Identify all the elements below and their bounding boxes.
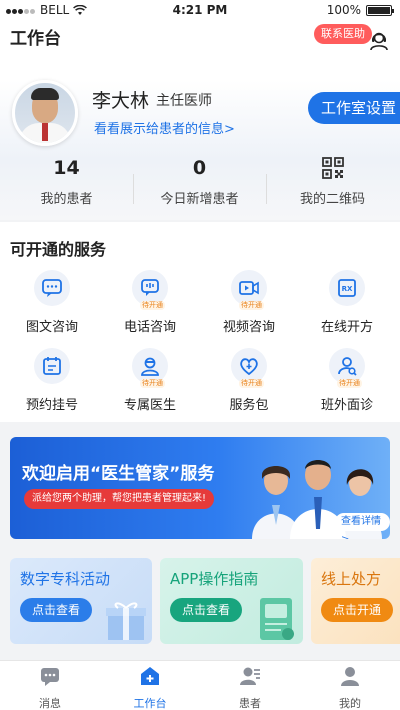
tab-label: 我的 xyxy=(339,697,361,710)
service-label: 在线开方 xyxy=(320,320,373,335)
tab-patients[interactable]: 患者 xyxy=(200,665,300,710)
banner-title: 欢迎启用“医生管家”服务 xyxy=(22,464,215,484)
pending-badge: 待开通 xyxy=(140,379,165,388)
card-view-button[interactable]: 点击查看 xyxy=(20,598,93,622)
card-digital-activity[interactable]: 数字专科活动 点击查看 xyxy=(10,558,152,644)
patient-view-info-link[interactable]: 看看展示给患者的信息> xyxy=(94,118,235,137)
tab-label: 患者 xyxy=(239,697,261,710)
stat-my-qrcode[interactable]: 我的二维码 xyxy=(266,156,399,207)
tab-label: 消息 xyxy=(39,697,61,710)
doctor-header: 工作台 联系医助 李大林 主任医师 看看展示给患者的信息> 工作室设置 14 我… xyxy=(0,20,400,220)
prescription-icon: RX xyxy=(338,279,356,297)
pending-badge: 待开通 xyxy=(140,301,165,310)
service-appointment[interactable]: 预约挂号 xyxy=(2,348,102,413)
workbench-icon xyxy=(141,667,159,685)
phone-chat-icon xyxy=(141,279,159,296)
card-title: 线上处方 xyxy=(321,570,382,588)
tab-workbench[interactable]: 工作台 xyxy=(100,665,200,710)
pending-badge: 待开通 xyxy=(239,379,264,388)
svg-text:RX: RX xyxy=(342,285,353,293)
stat-label: 我的二维码 xyxy=(299,192,365,207)
pending-badge: 待开通 xyxy=(239,301,264,310)
service-text-consult[interactable]: 图文咨询 xyxy=(2,270,102,335)
pending-badge: 待开通 xyxy=(337,379,362,388)
stats-row: 14 我的患者 0 今日新增患者 我的二维码 xyxy=(0,156,400,216)
service-package[interactable]: 待开通 服务包 xyxy=(199,348,299,413)
calendar-icon xyxy=(43,357,61,375)
patients-icon xyxy=(240,667,260,685)
stat-new-patients[interactable]: 0 今日新增患者 xyxy=(133,156,266,207)
card-title: 数字专科活动 xyxy=(20,570,111,588)
message-icon xyxy=(41,668,59,686)
card-title: APP操作指南 xyxy=(170,570,259,588)
service-phone-consult[interactable]: 待开通 电话咨询 xyxy=(100,270,200,335)
service-label: 电话咨询 xyxy=(123,320,176,335)
bottom-tab-bar: 消息 工作台 患者 我的 xyxy=(0,660,400,710)
studio-settings-button[interactable]: 工作室设置 xyxy=(308,92,400,124)
status-bar: BELL 4:21 PM 100% xyxy=(0,0,400,20)
battery-status: 100% xyxy=(326,3,394,17)
promo-cards: 数字专科活动 点击查看 APP操作指南 点击查看 线上处方 点击开通 xyxy=(0,558,400,646)
doctor-butler-banner[interactable]: 欢迎启用“医生管家”服务 派给您两个助理，帮您把患者管理起来! 查看详情 > xyxy=(10,437,390,539)
banner-details-button[interactable]: 查看详情 > xyxy=(335,513,390,539)
page-title: 工作台 xyxy=(10,29,61,49)
doctor-avatar[interactable] xyxy=(12,80,78,146)
service-label: 图文咨询 xyxy=(25,320,78,335)
service-video-consult[interactable]: 待开通 视频咨询 xyxy=(199,270,299,335)
gift-box-icon xyxy=(106,602,146,640)
tab-profile[interactable]: 我的 xyxy=(300,665,400,710)
banner-subtitle: 派给您两个助理，帮您把患者管理起来! xyxy=(24,489,215,509)
services-panel: 可开通的服务 图文咨询 待开通 电话咨询 待开通 视频咨询 RX 在线开方 预约… xyxy=(0,222,400,422)
stat-my-patients[interactable]: 14 我的患者 xyxy=(0,156,133,207)
tab-messages[interactable]: 消息 xyxy=(0,665,100,710)
profile-icon xyxy=(341,667,359,686)
service-exclusive-doctor[interactable]: 待开通 专属医生 xyxy=(100,348,200,413)
service-after-hours[interactable]: 待开通 班外面诊 xyxy=(297,348,397,413)
service-label: 服务包 xyxy=(229,398,269,413)
guide-book-icon xyxy=(260,598,294,640)
service-label: 预约挂号 xyxy=(25,398,78,413)
chat-icon xyxy=(42,279,62,297)
doctor-name: 李大林 xyxy=(92,90,150,112)
battery-percent: 100% xyxy=(326,3,361,17)
card-app-guide[interactable]: APP操作指南 点击查看 xyxy=(160,558,303,644)
stat-value: 0 xyxy=(192,157,207,179)
card-view-button[interactable]: 点击查看 xyxy=(170,598,243,622)
services-title: 可开通的服务 xyxy=(10,240,107,259)
stat-label: 今日新增患者 xyxy=(160,192,239,207)
service-label: 班外面诊 xyxy=(320,398,373,413)
doctor-icon xyxy=(141,357,159,376)
service-label: 视频咨询 xyxy=(222,320,275,335)
stat-label: 我的患者 xyxy=(40,192,93,207)
stat-value: 14 xyxy=(53,157,80,179)
search-person-icon xyxy=(338,357,357,376)
service-online-prescription[interactable]: RX 在线开方 xyxy=(297,270,397,335)
service-label: 专属医生 xyxy=(123,398,176,413)
doctor-position: 主任医师 xyxy=(156,93,212,109)
battery-icon xyxy=(366,4,394,16)
video-icon xyxy=(239,281,259,295)
card-open-button[interactable]: 点击开通 xyxy=(321,598,394,622)
headset-user-icon[interactable] xyxy=(368,30,390,52)
tab-label: 工作台 xyxy=(133,697,167,710)
heart-plus-icon xyxy=(240,358,258,376)
contact-assistant-button[interactable]: 联系医助 xyxy=(314,24,372,44)
qr-code-icon xyxy=(321,157,344,179)
card-online-prescription[interactable]: 线上处方 点击开通 xyxy=(311,558,400,644)
